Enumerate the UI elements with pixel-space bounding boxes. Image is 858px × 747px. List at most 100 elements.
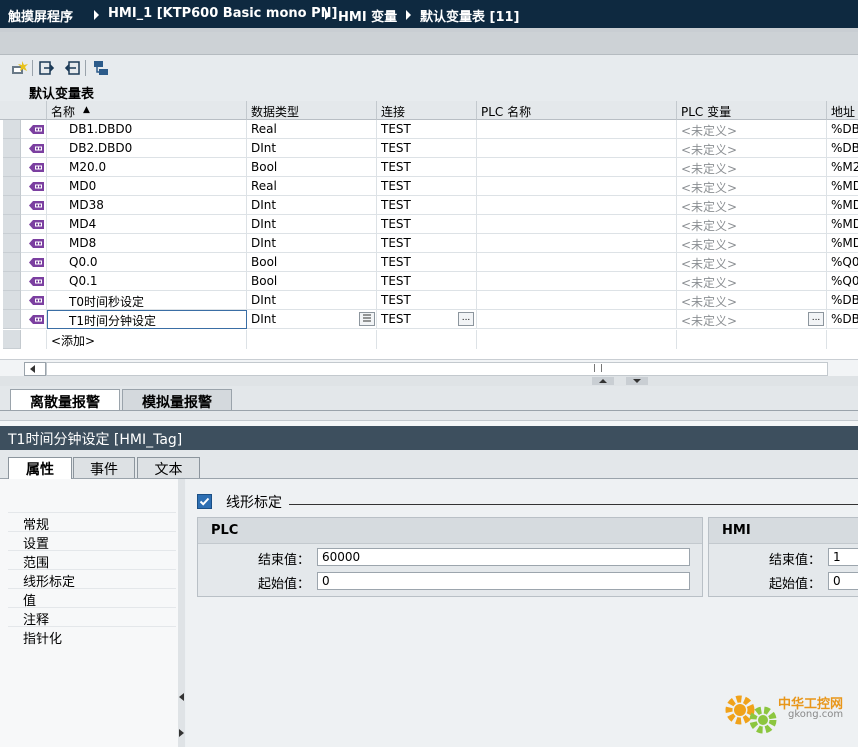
- column-header-connection[interactable]: 连接: [377, 101, 477, 120]
- table-row[interactable]: T0时间秒设定 DInt TEST <未定义> %DB3: [0, 291, 858, 310]
- cell-name[interactable]: MD38: [47, 196, 247, 215]
- plc-end-value-input[interactable]: 60000: [317, 548, 690, 566]
- cell-plc-tag[interactable]: <未定义>: [677, 291, 827, 310]
- add-row-label[interactable]: <添加>: [51, 332, 95, 349]
- tab-analog-alarms[interactable]: 模拟量报警: [122, 389, 232, 411]
- cell-connection[interactable]: TEST: [377, 291, 477, 310]
- cell-plc-tag[interactable]: <未定义>: [677, 234, 827, 253]
- hmi-start-value-input[interactable]: 0: [828, 572, 858, 590]
- cell-address[interactable]: %M20: [827, 158, 858, 177]
- row-selector[interactable]: [3, 158, 21, 177]
- cell-plc-name[interactable]: [477, 158, 677, 177]
- cell-connection[interactable]: TEST: [377, 196, 477, 215]
- column-header-address[interactable]: 地址: [827, 101, 858, 120]
- row-selector[interactable]: [3, 272, 21, 291]
- cell-address[interactable]: %DB1: [827, 120, 858, 139]
- cell-plc-name[interactable]: [477, 196, 677, 215]
- cell-data-type[interactable]: Bool: [247, 253, 377, 272]
- cell-name[interactable]: MD8: [47, 234, 247, 253]
- cell-connection[interactable]: TEST: [377, 253, 477, 272]
- column-header-name[interactable]: 名称 ▲: [47, 101, 247, 120]
- cell-plc-name[interactable]: [477, 291, 677, 310]
- table-row[interactable]: DB2.DBD0 DInt TEST <未定义> %DB2: [0, 139, 858, 158]
- cell-plc-name[interactable]: [477, 253, 677, 272]
- cell-name[interactable]: T1时间分钟设定: [47, 310, 247, 329]
- cell-data-type[interactable]: DInt: [247, 291, 377, 310]
- column-header-data-type[interactable]: 数据类型: [247, 101, 377, 120]
- cell-data-type[interactable]: DInt: [247, 139, 377, 158]
- row-selector[interactable]: [3, 215, 21, 234]
- cell-name[interactable]: T0时间秒设定: [47, 291, 247, 310]
- plc-start-value-input[interactable]: 0: [317, 572, 690, 590]
- cell-address[interactable]: %MD3: [827, 196, 858, 215]
- table-row[interactable]: MD0 Real TEST <未定义> %MD0: [0, 177, 858, 196]
- breadcrumb-item-project[interactable]: 触摸屏程序: [8, 6, 73, 25]
- cell-connection[interactable]: TEST: [377, 234, 477, 253]
- nav-scrollbar[interactable]: [178, 479, 185, 747]
- row-selector[interactable]: [3, 291, 21, 310]
- row-selector[interactable]: [3, 234, 21, 253]
- scroll-left-button[interactable]: [24, 362, 46, 376]
- cell-plc-name[interactable]: [477, 177, 677, 196]
- cell-name[interactable]: Q0.0: [47, 253, 247, 272]
- table-row[interactable]: T1时间分钟设定DIntTEST...<未定义>...%DB4: [0, 310, 858, 329]
- cell-plc-name[interactable]: [477, 139, 677, 158]
- cell-plc-name[interactable]: [477, 120, 677, 139]
- add-row[interactable]: <添加>: [0, 330, 858, 349]
- cell-plc-tag[interactable]: <未定义>: [677, 215, 827, 234]
- cell-connection[interactable]: TEST: [377, 158, 477, 177]
- cell-address[interactable]: %MD4: [827, 215, 858, 234]
- row-selector[interactable]: [3, 196, 21, 215]
- cell-address[interactable]: %DB2: [827, 139, 858, 158]
- cell-data-type[interactable]: Real: [247, 120, 377, 139]
- row-selector[interactable]: [3, 310, 21, 329]
- cell-plc-tag[interactable]: <未定义>...: [677, 310, 827, 329]
- breadcrumb-item-device[interactable]: HMI_1 [KTP600 Basic mono PN]: [108, 6, 337, 21]
- import-icon[interactable]: [63, 59, 81, 77]
- hmi-end-value-input[interactable]: 1: [828, 548, 858, 566]
- cell-connection[interactable]: TEST: [377, 215, 477, 234]
- cell-name[interactable]: Q0.1: [47, 272, 247, 291]
- nav-pointer[interactable]: 指针化: [23, 628, 62, 647]
- column-header-plc-name[interactable]: PLC 名称: [477, 101, 677, 120]
- cell-data-type[interactable]: DInt: [247, 215, 377, 234]
- add-tag-icon[interactable]: [10, 59, 28, 77]
- tab-texts[interactable]: 文本: [137, 457, 200, 478]
- cell-address[interactable]: %Q0.1: [827, 272, 858, 291]
- horizontal-scrollbar[interactable]: [0, 359, 858, 377]
- cell-plc-tag[interactable]: <未定义>: [677, 272, 827, 291]
- data-type-picker-button[interactable]: [359, 312, 375, 326]
- cell-name[interactable]: DB1.DBD0: [47, 120, 247, 139]
- table-row[interactable]: M20.0 Bool TEST <未定义> %M20: [0, 158, 858, 177]
- cell-data-type[interactable]: Bool: [247, 272, 377, 291]
- cell-address[interactable]: %Q0.0: [827, 253, 858, 272]
- splitter[interactable]: [0, 376, 858, 386]
- table-row[interactable]: DB1.DBD0 Real TEST <未定义> %DB1: [0, 120, 858, 139]
- cell-name[interactable]: MD0: [47, 177, 247, 196]
- row-selector[interactable]: [3, 177, 21, 196]
- table-row[interactable]: MD4 DInt TEST <未定义> %MD4: [0, 215, 858, 234]
- cell-connection[interactable]: TEST: [377, 120, 477, 139]
- cell-address[interactable]: %DB3: [827, 291, 858, 310]
- cell-plc-tag[interactable]: <未定义>: [677, 177, 827, 196]
- cell-plc-name[interactable]: [477, 215, 677, 234]
- cell-data-type[interactable]: DInt: [247, 196, 377, 215]
- table-row[interactable]: Q0.0 Bool TEST <未定义> %Q0.0: [0, 253, 858, 272]
- cell-connection[interactable]: TEST: [377, 177, 477, 196]
- cell-data-type[interactable]: DInt: [247, 234, 377, 253]
- tab-discrete-alarms[interactable]: 离散量报警: [10, 389, 120, 411]
- chevron-right-icon[interactable]: [179, 729, 184, 737]
- cell-data-type[interactable]: DInt: [247, 310, 377, 329]
- cell-name[interactable]: M20.0: [47, 158, 247, 177]
- connection-picker-button[interactable]: ...: [458, 312, 474, 326]
- breadcrumb-item-hmi-tags[interactable]: HMI 变量: [338, 6, 397, 25]
- cell-connection[interactable]: TEST: [377, 139, 477, 158]
- cell-plc-tag[interactable]: <未定义>: [677, 139, 827, 158]
- column-header-plc-tag[interactable]: PLC 变量: [677, 101, 827, 120]
- row-selector[interactable]: [3, 139, 21, 158]
- plc-tag-picker-button[interactable]: ...: [808, 312, 824, 326]
- cell-plc-name[interactable]: [477, 310, 677, 329]
- chevron-left-icon[interactable]: [179, 693, 184, 701]
- cell-address[interactable]: %DB4: [827, 310, 858, 329]
- cell-address[interactable]: %MD8: [827, 234, 858, 253]
